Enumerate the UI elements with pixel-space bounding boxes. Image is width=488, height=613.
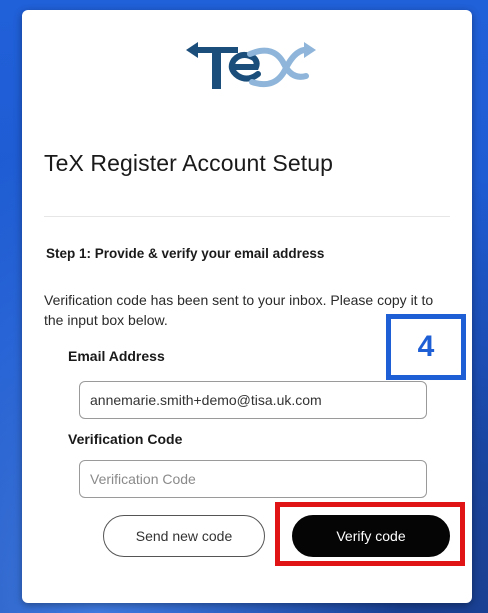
- verification-code-input[interactable]: [79, 460, 427, 498]
- step-badge-number: 4: [417, 330, 435, 363]
- page-title: TeX Register Account Setup: [44, 150, 333, 176]
- logo-right-arrow: [304, 42, 316, 58]
- divider: [44, 216, 450, 217]
- send-new-code-button[interactable]: Send new code: [103, 515, 265, 557]
- highlight-box: [275, 502, 465, 566]
- verification-code-label: Verification Code: [68, 431, 183, 447]
- step-heading: Step 1: Provide & verify your email addr…: [46, 246, 325, 261]
- email-field[interactable]: [79, 381, 427, 419]
- logo-t-stem: [212, 47, 221, 89]
- step-badge: 4: [386, 314, 466, 380]
- logo-e: [228, 52, 261, 82]
- tex-logo: [186, 42, 316, 89]
- email-label: Email Address: [68, 348, 165, 364]
